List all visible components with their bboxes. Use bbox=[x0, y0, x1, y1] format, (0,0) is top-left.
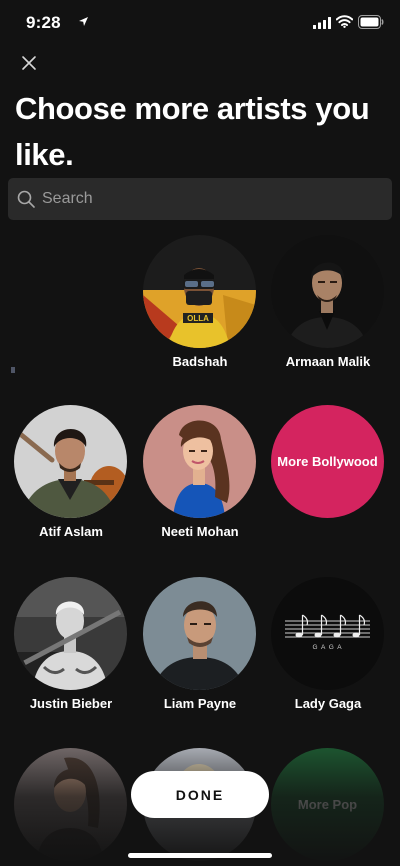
artist-photo bbox=[14, 577, 127, 690]
scroll-indicator bbox=[11, 367, 15, 373]
artist-tile-ariana[interactable] bbox=[7, 748, 135, 866]
done-button[interactable]: DONE bbox=[131, 771, 269, 818]
location-arrow-icon bbox=[79, 17, 88, 26]
artist-tile-badshah[interactable]: OLLA Badshah bbox=[136, 235, 264, 395]
battery-icon bbox=[358, 15, 384, 29]
status-time: 9:28 bbox=[26, 13, 61, 32]
artist-photo bbox=[271, 235, 384, 348]
more-pop-tile[interactable]: More Pop bbox=[264, 748, 392, 866]
album-art-label: G A G A bbox=[312, 644, 342, 651]
artist-name: Badshah bbox=[172, 354, 228, 369]
close-button[interactable] bbox=[16, 52, 42, 76]
artist-tile-atif-aslam[interactable]: Atif Aslam bbox=[7, 405, 135, 565]
status-bar: 9:28 bbox=[0, 0, 400, 46]
artist-name: Lady Gaga bbox=[294, 696, 362, 711]
artist-tile-liam-payne[interactable]: Liam Payne bbox=[136, 577, 264, 737]
more-pop-circle: More Pop bbox=[271, 748, 384, 861]
more-bollywood-tile[interactable]: More Bollywood bbox=[264, 405, 392, 565]
artist-photo bbox=[143, 577, 256, 690]
artist-photo: G A G A bbox=[271, 577, 384, 690]
artist-photo bbox=[143, 405, 256, 518]
artist-photo bbox=[14, 405, 127, 518]
wifi-icon bbox=[336, 15, 353, 28]
artist-tile-neeti-mohan[interactable]: Neeti Mohan bbox=[136, 405, 264, 565]
artist-photo: OLLA bbox=[143, 235, 256, 348]
more-pop-label: More Pop bbox=[297, 797, 358, 812]
more-bollywood-circle: More Bollywood bbox=[271, 405, 384, 518]
close-icon bbox=[22, 56, 36, 70]
search-bar[interactable] bbox=[8, 178, 392, 220]
artist-tile-lady-gaga[interactable]: G A G A Lady Gaga bbox=[264, 577, 392, 737]
search-input[interactable] bbox=[42, 178, 382, 220]
artist-name: Neeti Mohan bbox=[161, 524, 239, 539]
artist-name: Liam Payne bbox=[163, 696, 237, 711]
artist-photo bbox=[14, 748, 127, 861]
svg-text:OLLA: OLLA bbox=[187, 314, 209, 323]
artist-tile-armaan-malik[interactable]: Armaan Malik bbox=[264, 235, 392, 395]
more-bollywood-label: More Bollywood bbox=[277, 454, 378, 469]
cellular-signal-icon bbox=[313, 17, 331, 29]
search-icon bbox=[17, 190, 35, 208]
artist-tile-justin-bieber[interactable]: Justin Bieber bbox=[7, 577, 135, 737]
artist-name: Justin Bieber bbox=[29, 696, 113, 711]
artist-name: Armaan Malik bbox=[285, 354, 371, 369]
artist-name: Atif Aslam bbox=[39, 524, 103, 539]
home-indicator bbox=[128, 853, 272, 858]
page-title: Choose more artists you like. bbox=[15, 91, 370, 172]
